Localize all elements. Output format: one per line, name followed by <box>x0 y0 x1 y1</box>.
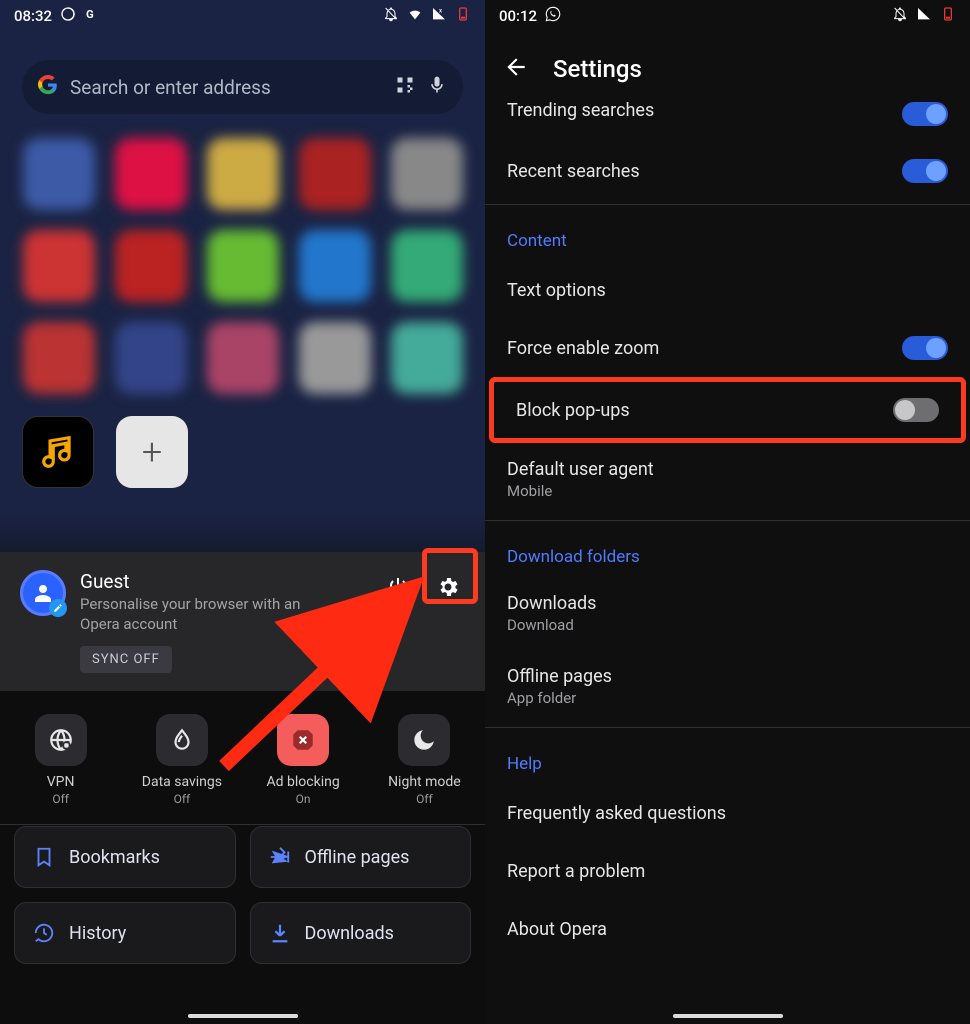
signal-icon: x <box>431 6 447 26</box>
svg-text:x: x <box>924 8 927 15</box>
qa-state: On <box>296 792 311 806</box>
dnd-icon <box>383 6 399 26</box>
power-button[interactable] <box>381 570 415 604</box>
row-block-popups[interactable]: Block pop-ups <box>489 377 966 443</box>
row-force-zoom[interactable]: Force enable zoom <box>485 319 970 377</box>
wifi-icon <box>407 6 423 26</box>
bookmarks-button[interactable]: Bookmarks <box>14 826 236 888</box>
status-bar: 08:32 G x <box>0 0 485 32</box>
speed-dial-grid[interactable] <box>0 130 485 402</box>
svg-text:G: G <box>86 7 94 21</box>
sync-chip[interactable]: SYNC OFF <box>80 646 172 673</box>
google-logo-icon <box>38 75 58 100</box>
row-faq[interactable]: Frequently asked questions <box>485 784 970 842</box>
toggle-block-popups[interactable] <box>893 398 939 422</box>
qr-scan-icon[interactable] <box>395 75 415 100</box>
qa-state: Off <box>174 792 191 806</box>
omnibox[interactable]: Search or enter address <box>22 60 463 114</box>
row-downloads[interactable]: Downloads Download <box>485 577 970 650</box>
row-text-options[interactable]: Text options <box>485 261 970 319</box>
row-recent-searches[interactable]: Recent searches <box>485 142 970 200</box>
settings-gear-button[interactable] <box>431 570 465 604</box>
battery-low-icon <box>940 6 956 26</box>
opera-settings-screen: 00:12 x Settings Trending searches Recen… <box>485 0 970 1024</box>
clock: 08:32 <box>14 7 52 25</box>
toggle-force-zoom[interactable] <box>902 336 948 360</box>
page-title: Settings <box>553 55 642 83</box>
qa-data-savings[interactable]: Data savings Off <box>121 714 242 806</box>
qa-label: Data savings <box>142 774 222 790</box>
toggle-recent[interactable] <box>902 159 948 183</box>
whatsapp-status-icon <box>545 6 561 26</box>
speed-dial-music[interactable] <box>22 416 94 488</box>
row-report-problem[interactable]: Report a problem <box>485 842 970 900</box>
account-panel: Guest Personalise your browser with an O… <box>0 552 485 691</box>
mic-icon[interactable] <box>427 75 447 100</box>
downloads-button[interactable]: Downloads <box>250 902 472 964</box>
status-bar: 00:12 x <box>485 0 970 32</box>
qa-vpn[interactable]: VPN Off <box>0 714 121 806</box>
row-offline-pages[interactable]: Offline pages App folder <box>485 650 970 723</box>
section-download-folders: Download folders <box>485 525 970 577</box>
svg-text:x: x <box>439 8 442 15</box>
qa-ad-blocking[interactable]: Ad blocking On <box>243 714 364 806</box>
qa-label: Ad blocking <box>267 774 340 790</box>
row-about-opera[interactable]: About Opera <box>485 900 970 958</box>
qa-state: Off <box>416 792 433 806</box>
signal-icon: x <box>916 6 932 26</box>
avatar[interactable] <box>20 570 66 616</box>
gesture-bar <box>673 1014 783 1018</box>
menu-grid: Bookmarks Offline pages History Download… <box>0 812 485 978</box>
back-icon[interactable] <box>503 54 529 84</box>
qa-night-mode[interactable]: Night mode Off <box>364 714 485 806</box>
omnibox-placeholder: Search or enter address <box>70 76 271 99</box>
account-desc: Personalise your browser with an Opera a… <box>80 595 340 634</box>
row-trending-searches[interactable]: Trending searches <box>485 102 970 142</box>
clock: 00:12 <box>499 7 537 25</box>
settings-list: Trending searches Recent searches Conten… <box>485 102 970 958</box>
qa-label: VPN <box>47 774 75 790</box>
speed-dial-add[interactable]: + <box>116 416 188 488</box>
firefox-like-icon <box>60 6 76 26</box>
toggle-trending[interactable] <box>902 102 948 126</box>
avatar-edit-icon <box>49 599 67 617</box>
battery-low-icon <box>455 6 471 26</box>
section-help: Help <box>485 732 970 784</box>
account-name: Guest <box>80 570 367 593</box>
dnd-icon <box>892 6 908 26</box>
qa-state: Off <box>52 792 69 806</box>
row-default-user-agent[interactable]: Default user agent Mobile <box>485 443 970 516</box>
opera-home-screen: 08:32 G x Search or enter address <box>0 0 485 1024</box>
google-status-icon: G <box>84 6 100 26</box>
qa-label: Night mode <box>388 774 461 790</box>
section-content: Content <box>485 209 970 261</box>
offline-pages-button[interactable]: Offline pages <box>250 826 472 888</box>
gesture-bar <box>188 1014 298 1018</box>
settings-header: Settings <box>485 32 970 102</box>
history-button[interactable]: History <box>14 902 236 964</box>
